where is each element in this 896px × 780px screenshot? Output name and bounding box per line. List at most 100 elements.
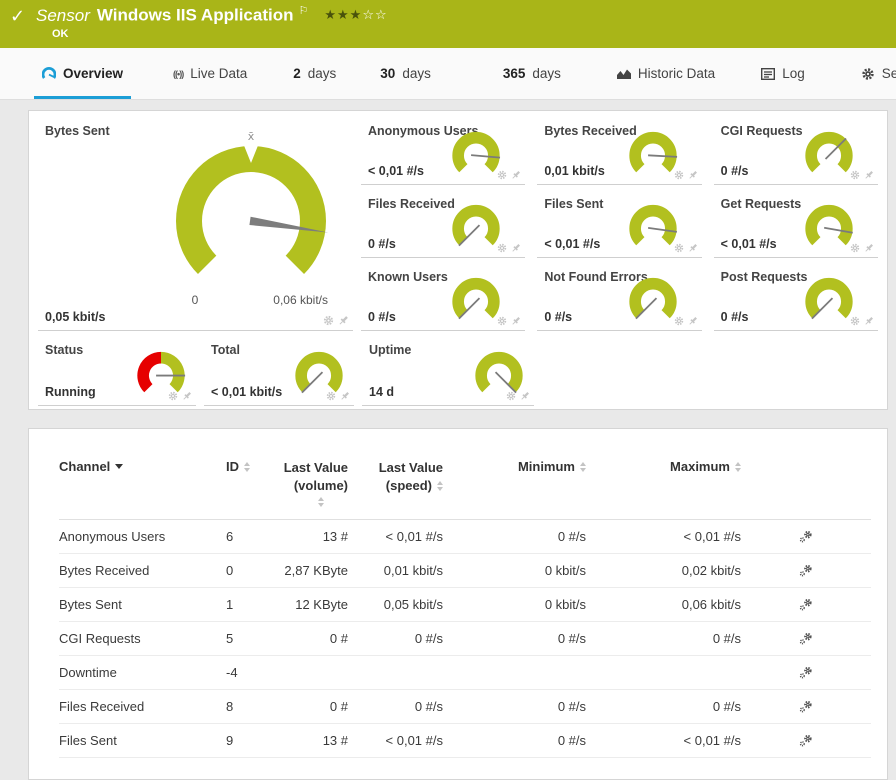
channel-name: Downtime [59,665,117,680]
channel-name: CGI Requests [59,631,141,646]
tab-log[interactable]: Log [755,48,811,99]
gauge-tile-files-sent: Files Sent < 0,01 #/s [537,192,702,258]
tab-number: 365 [502,66,526,81]
tile-pin-icon[interactable] [511,170,521,180]
gauge-tile-cgi-requests: CGI Requests 0 #/s [713,119,878,185]
channel-name: Files Sent [59,733,117,748]
tile-gear-icon[interactable] [506,391,516,401]
sensor-kind-label: Sensor [36,5,90,25]
gauge-tile-anonymous-users: Anonymous Users < 0,01 #/s [361,119,526,185]
channel-name: Files Received [59,699,145,714]
maximum-value: < 0,01 #/s [683,529,741,544]
channel-settings-gears-icon[interactable] [799,530,813,544]
gauge-title: Get Requests [720,197,802,211]
column-label: Last Value [378,460,443,475]
mini-gauge [629,277,677,320]
tile-pin-icon[interactable] [864,170,874,180]
column-header-id[interactable]: ID [226,459,281,474]
tab-settings[interactable]: Settings [855,48,896,99]
tile-gear-icon[interactable] [323,315,334,326]
tab-historic-data[interactable]: Historic Data [611,48,721,99]
tile-gear-icon[interactable] [674,243,684,253]
channel-settings-gears-icon[interactable] [799,734,813,748]
tile-pin-icon[interactable] [688,316,698,326]
tile-pin-icon[interactable] [520,391,530,401]
channel-settings-gears-icon[interactable] [799,564,813,578]
gauge-value: 0,01 kbit/s [544,164,605,178]
table-row: Bytes Sent 1 12 KByte 0,05 kbit/s 0 kbit… [59,588,871,622]
mini-gauge [295,351,343,394]
gauge-title: Known Users [368,270,448,284]
channel-settings-gears-icon[interactable] [799,598,813,612]
mini-gauge [452,204,500,247]
sensor-title-line: Sensor Windows IIS Application ⚐ ★★★☆☆ [36,4,388,26]
maximum-value: 0,06 kbit/s [681,597,741,612]
column-header-last-value-volume[interactable]: Last Value (volume) [281,459,348,507]
table-row: Files Sent 9 13 # < 0,01 #/s 0 #/s < 0,0… [59,724,871,758]
mini-gauge [805,277,853,320]
last-value-speed: 0 #/s [414,631,443,646]
average-marker-label: x̄ [248,131,255,143]
tab-number: 30 [380,66,396,81]
column-label: (volume) [293,478,348,493]
tile-pin-icon[interactable] [340,391,350,401]
tile-gear-icon[interactable] [850,170,860,180]
column-label: Minimum [517,459,575,474]
column-header-last-value-speed[interactable]: Last Value (speed) [348,459,443,494]
column-header-maximum[interactable]: Maximum [670,459,741,474]
tile-gear-icon[interactable] [326,391,336,401]
tile-gear-icon[interactable] [497,170,507,180]
gauge-tile-bytes-sent: Bytes Sent x̄ 0 0,06 kbit/s 0,05 kbit/s [38,119,353,331]
stars-empty: ☆☆ [362,6,388,22]
priority-stars[interactable]: ★★★☆☆ [324,7,387,22]
gauge-value: < 0,01 #/s [544,237,601,251]
tab-2-days[interactable]: 2 days [287,48,342,99]
tab-365-days[interactable]: 365 days [497,48,567,99]
column-header-minimum[interactable]: Minimum [518,459,586,474]
tile-gear-icon[interactable] [850,316,860,326]
tile-pin-icon[interactable] [511,316,521,326]
tile-pin-icon[interactable] [338,315,349,326]
tile-pin-icon[interactable] [688,243,698,253]
last-value-volume: 13 # [322,733,348,748]
gauge-title: Uptime [369,343,412,357]
tile-pin-icon[interactable] [511,243,521,253]
gauge-value: < 0,01 #/s [720,237,777,251]
channel-settings-gears-icon[interactable] [799,632,813,646]
tab-overview[interactable]: Overview [34,48,132,99]
channel-settings-gears-icon[interactable] [799,666,813,680]
table-row: Anonymous Users 6 13 # < 0,01 #/s 0 #/s … [59,520,871,554]
tile-pin-icon[interactable] [864,316,874,326]
tile-gear-icon[interactable] [850,243,860,253]
tile-gear-icon[interactable] [168,391,178,401]
tab-30-days[interactable]: 30 days [374,48,437,99]
tile-pin-icon[interactable] [182,391,192,401]
column-header-channel[interactable]: Channel [59,459,226,474]
bottom-gauges-row: Status Running Total < 0,01 kbit/s Uptim… [38,338,878,406]
gauge-tile-bytes-received: Bytes Received 0,01 kbit/s [537,119,702,185]
gauge-title: Files Sent [544,197,604,211]
tab-live-data[interactable]: ((•)) Live Data [167,48,253,99]
table-row: Downtime -4 [59,656,871,690]
column-label: Maximum [670,459,730,474]
channel-id: 1 [226,597,234,612]
tile-gear-icon[interactable] [497,243,507,253]
tile-pin-icon[interactable] [688,170,698,180]
channel-id: 9 [226,733,234,748]
gauge-value: 14 d [369,385,395,399]
last-value-volume: 13 # [322,529,348,544]
last-value-speed: 0,05 kbit/s [383,597,443,612]
page-title: Windows IIS Application [96,5,294,25]
gauge-value: 0 #/s [544,310,573,324]
maximum-value: 0 #/s [712,631,741,646]
table-row: CGI Requests 5 0 # 0 #/s 0 #/s 0 #/s [59,622,871,656]
tile-gear-icon[interactable] [497,316,507,326]
tile-pin-icon[interactable] [864,243,874,253]
tile-gear-icon[interactable] [674,170,684,180]
channel-settings-gears-icon[interactable] [799,700,813,714]
status-gauge [137,351,186,393]
gauge-title: Bytes Received [544,124,637,138]
mini-gauge [452,131,501,173]
gauge-tile-not-found-errors: Not Found Errors 0 #/s [537,265,702,331]
tile-gear-icon[interactable] [674,316,684,326]
